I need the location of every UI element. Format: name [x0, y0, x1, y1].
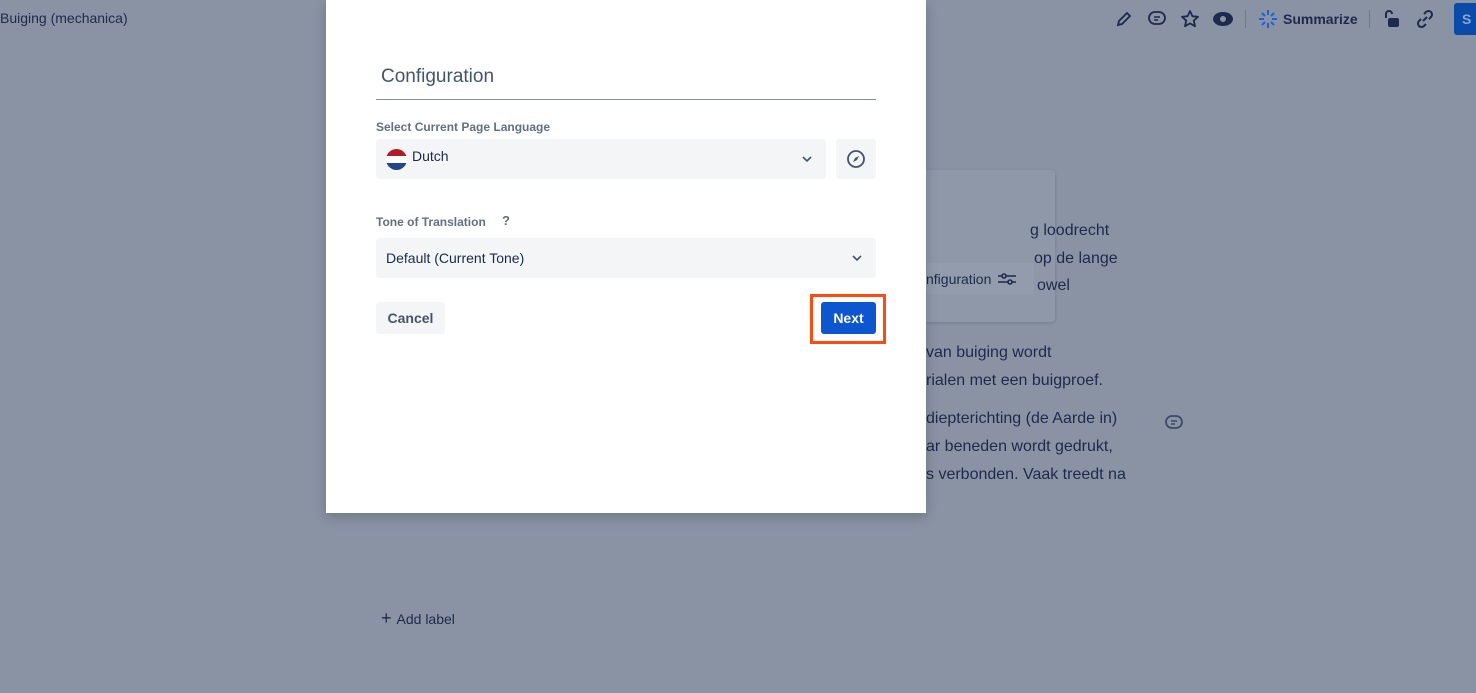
- tone-label: Tone of Translation: [376, 215, 486, 229]
- body-text: op de lange: [1034, 250, 1118, 267]
- page-title: Buiging (mechanica): [0, 10, 128, 26]
- body-text: rialen met een buigproef.: [926, 372, 1103, 389]
- star-icon[interactable]: [1179, 8, 1201, 30]
- language-select[interactable]: Dutch: [376, 139, 826, 179]
- language-label: Select Current Page Language: [376, 120, 551, 134]
- title-underline: [376, 99, 876, 100]
- tone-select[interactable]: Default (Current Tone): [376, 238, 876, 278]
- add-label-text: Add label: [396, 610, 455, 627]
- page-toolbar: Summarize: [1113, 6, 1436, 32]
- summarize-label: Summarize: [1283, 11, 1358, 27]
- sparkle-icon: [1257, 8, 1279, 30]
- configuration-modal: Configuration Select Current Page Langua…: [326, 0, 926, 513]
- pencil-icon[interactable]: [1113, 8, 1135, 30]
- summarize-button[interactable]: Summarize: [1257, 8, 1358, 30]
- detect-language-button[interactable]: [836, 139, 876, 179]
- body-text: van buiging wordt: [926, 344, 1052, 361]
- unlock-icon[interactable]: [1381, 8, 1403, 30]
- netherlands-flag-icon: [386, 148, 407, 170]
- plus-icon: +: [381, 608, 392, 628]
- configuration-button[interactable]: nfiguration: [926, 263, 1034, 294]
- body-text: s verbonden. Vaak treedt na: [926, 466, 1126, 483]
- body-text: diepterichting (de Aarde in): [926, 410, 1118, 427]
- next-button[interactable]: Next: [821, 302, 876, 334]
- sliders-icon: [998, 272, 1017, 285]
- language-value: Dutch: [412, 148, 449, 164]
- tone-value: Default (Current Tone): [386, 250, 525, 266]
- divider: [1368, 10, 1370, 28]
- chevron-down-icon: [852, 255, 862, 261]
- eye-icon[interactable]: [1212, 8, 1234, 30]
- inline-comment-icon[interactable]: [1163, 412, 1185, 434]
- body-text: owel: [1037, 277, 1070, 294]
- configuration-label: nfiguration: [926, 270, 992, 287]
- add-label-button[interactable]: + Add label: [381, 608, 455, 629]
- chevron-down-icon: [802, 156, 812, 162]
- link-icon[interactable]: [1414, 8, 1436, 30]
- body-text: g loodrecht: [1030, 222, 1110, 239]
- comment-icon[interactable]: [1146, 8, 1168, 30]
- compass-icon: [847, 150, 865, 168]
- help-icon[interactable]: ?: [502, 213, 510, 228]
- body-text: ar beneden wordt gedrukt,: [926, 438, 1113, 455]
- share-button[interactable]: S: [1454, 3, 1476, 35]
- cancel-button[interactable]: Cancel: [376, 302, 445, 334]
- modal-title: Configuration: [381, 66, 495, 87]
- divider: [1245, 10, 1246, 28]
